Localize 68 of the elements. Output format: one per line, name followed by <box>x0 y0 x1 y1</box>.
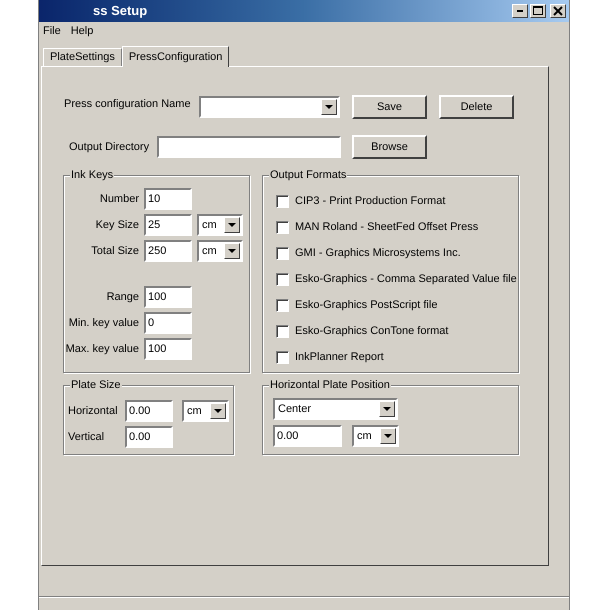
alignment-combo-box[interactable]: Center <box>273 398 398 420</box>
close-icon <box>553 6 563 16</box>
text-field[interactable]: 100 <box>144 286 192 308</box>
field-label: Vertical <box>68 430 106 445</box>
checkbox-label: InkPlanner Report <box>295 350 384 365</box>
push-button[interactable]: Delete <box>439 95 514 119</box>
text-field[interactable]: 0.00 <box>125 426 173 448</box>
field-label: Key Size <box>94 218 140 233</box>
checkbox[interactable] <box>276 194 289 208</box>
directory-field[interactable] <box>157 136 341 158</box>
field-label: Horizontal <box>68 404 119 419</box>
name-combo-box[interactable] <box>199 96 340 118</box>
unit-combo-box[interactable]: cm <box>197 240 243 262</box>
text-field[interactable]: 250 <box>144 240 192 262</box>
checkbox-label: CIP3 - Print Production Format <box>295 194 446 209</box>
checkbox-label: GMI - Graphics Microsystems Inc. <box>295 246 461 261</box>
text-field[interactable]: 25 <box>144 214 192 236</box>
checkbox[interactable] <box>276 350 289 364</box>
text-field[interactable]: 0.00 <box>273 425 342 447</box>
field-label: Min. key value <box>68 316 140 331</box>
checkbox[interactable] <box>276 324 289 338</box>
dropdown-button[interactable] <box>380 428 396 444</box>
caret-icon <box>228 222 236 228</box>
field-label: Max. key value <box>64 342 140 357</box>
text-field[interactable]: 0 <box>144 312 192 334</box>
maximize-icon <box>533 6 543 16</box>
checkbox-label: MAN Roland - SheetFed Offset Press <box>295 220 478 235</box>
checkbox[interactable] <box>276 298 289 312</box>
checkbox[interactable] <box>276 246 289 260</box>
dropdown-button[interactable] <box>321 99 337 115</box>
caret-icon <box>384 434 392 438</box>
checkbox-label: Esko-Graphics PostScript file <box>295 298 438 313</box>
caret-icon <box>214 408 222 414</box>
field-label: Press configuration Name <box>64 96 192 112</box>
caret-icon <box>383 406 391 412</box>
checkbox[interactable] <box>276 220 289 234</box>
menu-item[interactable]: File <box>43 26 61 36</box>
tab[interactable]: PressConfiguration <box>122 46 230 67</box>
caret-icon <box>228 248 236 254</box>
dropdown-button[interactable] <box>379 401 395 417</box>
field-label: Total Size <box>90 244 140 259</box>
group-title: Output Formats <box>269 168 348 182</box>
text-field[interactable]: 0.00 <box>125 400 173 422</box>
caret-icon <box>325 104 333 110</box>
checkbox-label: Esko-Graphics - Comma Separated Value file <box>295 272 517 287</box>
minimize-button[interactable] <box>512 4 528 18</box>
dropdown-button[interactable] <box>210 403 226 419</box>
menu-item[interactable]: Help <box>70 26 94 36</box>
field-label: Number <box>98 192 140 207</box>
unit-combo-box[interactable]: cm <box>197 214 243 236</box>
minimize-icon <box>517 10 523 12</box>
text-field[interactable]: 10 <box>144 188 192 210</box>
dropdown-button[interactable] <box>224 243 240 259</box>
close-button[interactable] <box>550 4 566 18</box>
field-label: Range <box>106 290 140 305</box>
push-button[interactable]: Browse <box>352 135 427 159</box>
maximize-button[interactable] <box>530 4 546 18</box>
checkbox-label: Esko-Graphics ConTone format <box>295 324 448 339</box>
checkbox[interactable] <box>276 272 289 286</box>
field-label: Output Directory <box>69 140 150 155</box>
tab[interactable]: PlateSettings <box>43 48 122 66</box>
push-button[interactable]: Save <box>352 95 427 119</box>
window-title: ss Setup <box>93 2 148 20</box>
group-title: Ink Keys <box>70 168 114 182</box>
dropdown-button[interactable] <box>224 217 240 233</box>
text-field[interactable]: 100 <box>144 338 192 360</box>
unit-combo-box[interactable]: cm <box>182 400 229 422</box>
unit-combo-box[interactable]: cm <box>352 425 399 447</box>
